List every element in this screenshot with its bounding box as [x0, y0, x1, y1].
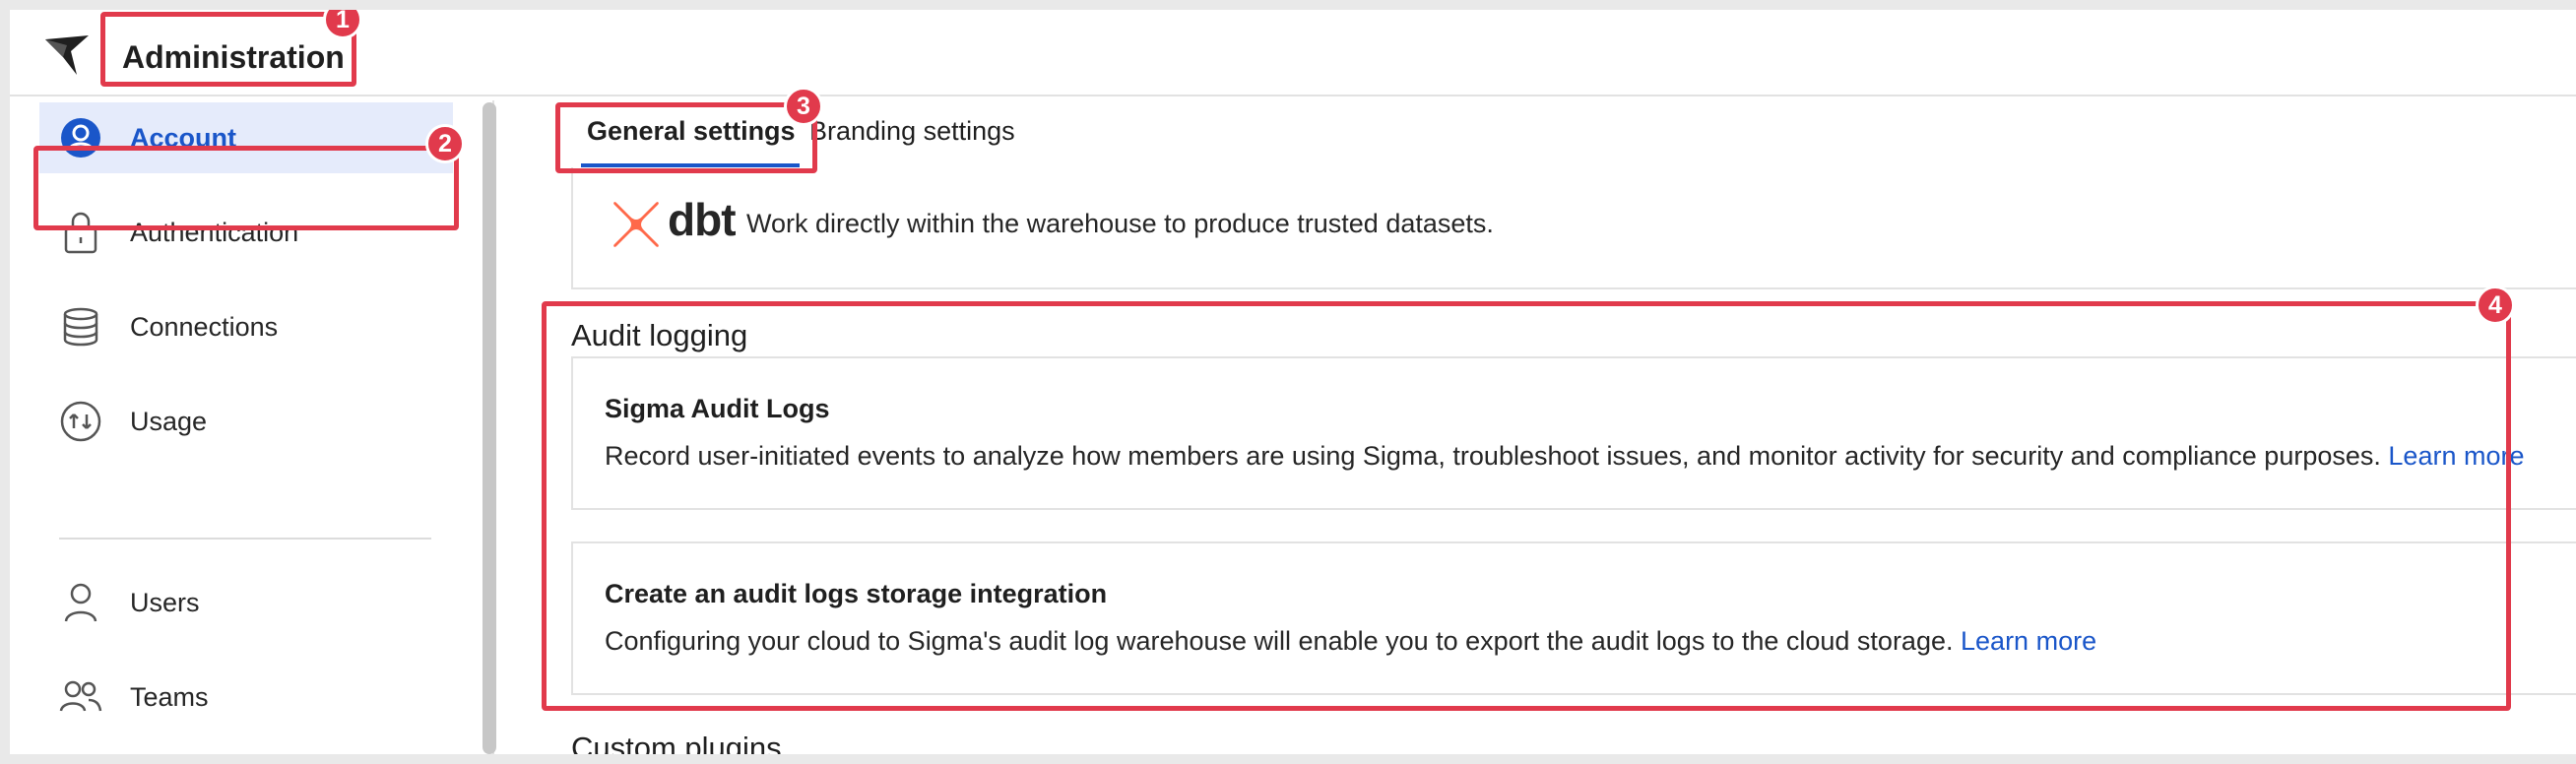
dbt-logo-text: dbt: [668, 194, 737, 245]
database-icon: [59, 305, 102, 349]
callout-box-4: [542, 301, 2511, 711]
team-icon: [59, 675, 102, 719]
callout-badge-4: 4: [2476, 286, 2515, 325]
sidebar-item-label: Teams: [130, 681, 209, 712]
user-icon: [59, 581, 102, 624]
callout-box-2: [33, 146, 459, 230]
dbt-card-description: Work directly within the warehouse to pr…: [746, 209, 1494, 238]
sidebar-item-users[interactable]: Users: [39, 567, 453, 638]
usage-icon: [59, 400, 102, 443]
sidebar-divider: [59, 538, 431, 540]
dbt-integration-card: dbt Work directly within the warehouse t…: [571, 167, 2576, 289]
tab-branding-settings[interactable]: Branding settings: [809, 116, 1015, 147]
dbt-logo-icon: [611, 199, 662, 250]
callout-badge-2: 2: [425, 124, 465, 163]
callout-badge-3: 3: [784, 87, 823, 126]
admin-window: Administration Account Authentication Co…: [10, 10, 2576, 754]
sidebar-item-label: Users: [130, 587, 200, 617]
sidebar-item-teams[interactable]: Teams: [39, 662, 453, 732]
app-header: Administration: [10, 10, 2576, 96]
sidebar-scrollbar-thumb[interactable]: [483, 102, 496, 754]
sidebar-item-label: Usage: [130, 406, 208, 436]
sigma-logo-icon[interactable]: [41, 32, 93, 79]
sidebar-item-connections[interactable]: Connections: [39, 291, 453, 362]
callout-box-3: [555, 102, 817, 173]
sidebar-item-label: Connections: [130, 311, 279, 342]
callout-box-1: [100, 12, 356, 87]
custom-plugins-heading: Custom plugins: [571, 731, 782, 754]
sidebar-item-usage[interactable]: Usage: [39, 386, 453, 457]
